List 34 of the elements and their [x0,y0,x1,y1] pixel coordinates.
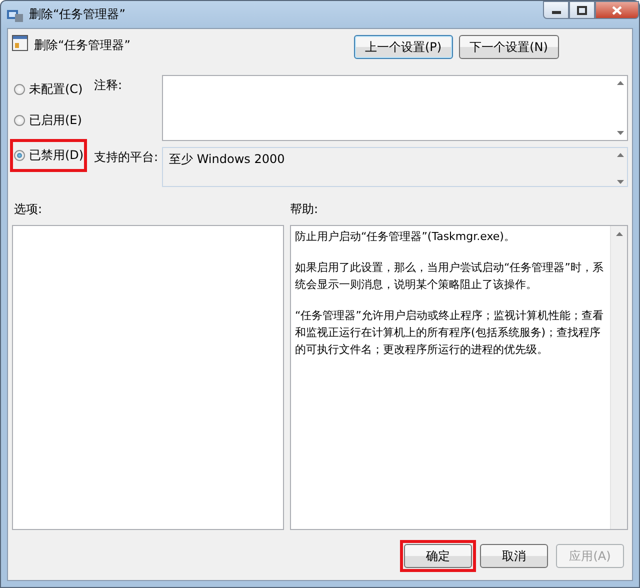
radio-option[interactable]: 已启用(E) [10,108,87,132]
close-button[interactable] [595,1,639,19]
cancel-button[interactable]: 取消 [480,544,548,568]
comment-field[interactable] [162,75,628,141]
radio-icon[interactable] [14,84,25,94]
close-icon [612,6,622,14]
scroll-up-icon[interactable] [616,232,622,236]
help-paragraph: 防止用户启动“任务管理器”(Taskmgr.exe)。 [295,229,516,245]
radio-option[interactable]: 未配置(C) [10,77,87,101]
scroll-down-icon[interactable] [616,180,624,184]
policy-title: 删除“任务管理器” [34,37,132,54]
window-title: 删除“任务管理器” [29,6,126,23]
radio-icon[interactable] [14,114,25,126]
platform-field: 至少 Windows 2000 [162,147,628,187]
comment-label: 注释: [94,77,124,94]
next-setting-button[interactable]: 下一个设置(N) [458,35,559,59]
minimize-button[interactable] [543,1,569,19]
ok-button[interactable]: 确定 [404,544,472,568]
maximize-button[interactable] [569,1,595,19]
previous-setting-button[interactable]: 上一个设置(P) [354,35,453,59]
radio-icon[interactable] [14,150,25,161]
scrollbar[interactable] [610,226,627,529]
help-paragraph: 如果启用了此设置，那么，当用户尝试启动“任务管理器”时，系统会显示一则消息，说明某个策略阻止了该操作。 [295,260,604,293]
scroll-up-icon[interactable] [616,153,624,157]
platform-label: 支持的平台: [94,149,160,166]
radio-option[interactable]: 已禁用(D) [10,139,87,172]
options-label: 选项: [13,201,44,218]
scroll-up-icon[interactable] [616,81,624,85]
help-paragraph: “任务管理器”允许用户启动或终止程序；监视计算机性能；查看和监视正运行在计算机上的所有程序(包括系统服务)；查找程序的可执行文件名；更改程序所运行的进程的优先级。 [295,308,604,358]
policy-window-icon [7,8,23,22]
policy-icon [12,35,28,51]
maximize-icon [577,6,587,14]
scroll-down-icon[interactable] [616,131,624,135]
help-label: 帮助: [290,201,318,218]
